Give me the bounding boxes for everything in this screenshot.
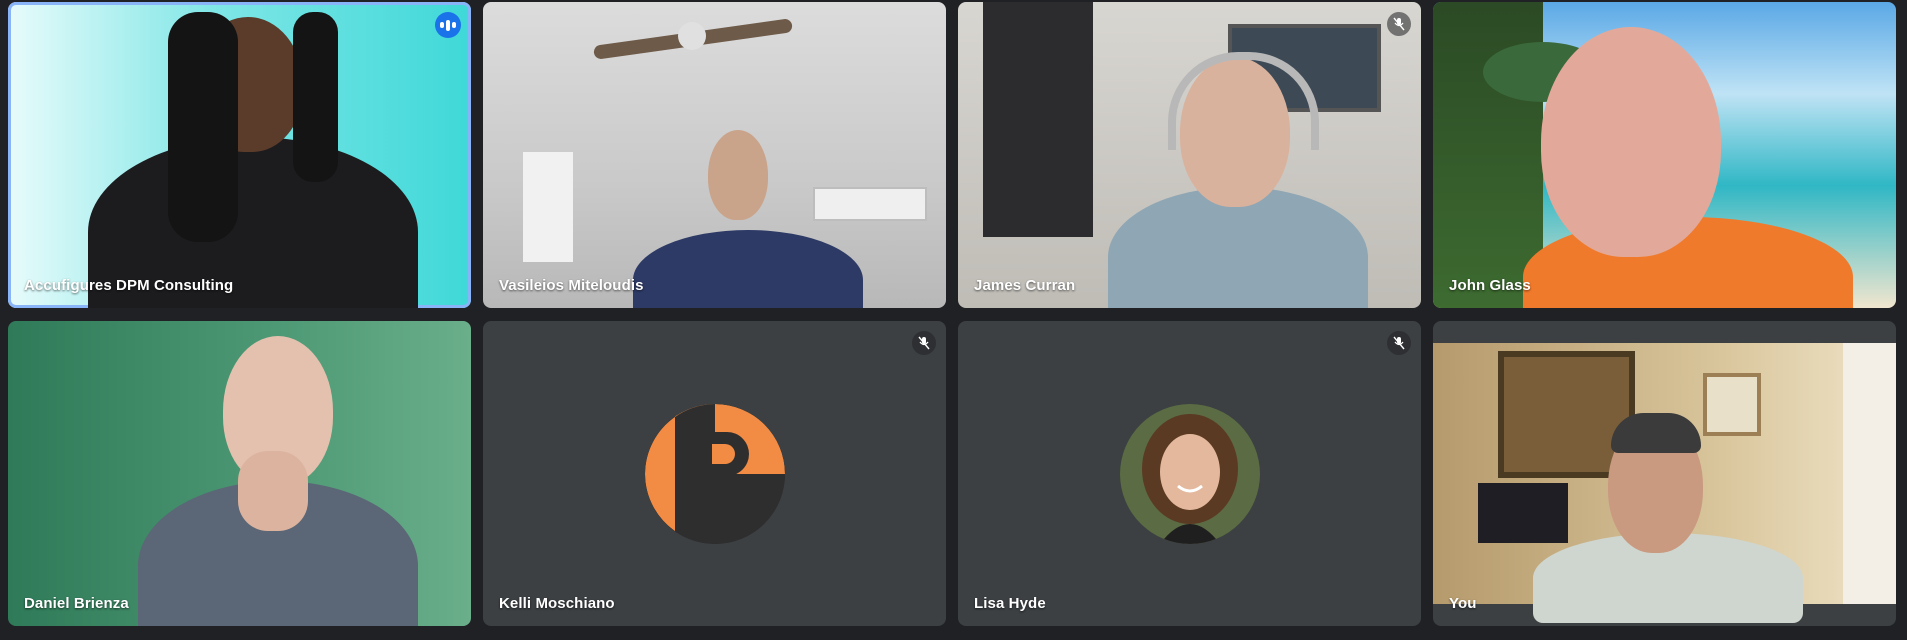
- audio-level-icon: [435, 12, 461, 38]
- participant-tile-vasileios[interactable]: Vasileios Miteloudis: [483, 2, 946, 308]
- video-feed: [483, 2, 946, 308]
- video-feed: [958, 2, 1421, 308]
- participant-tile-self[interactable]: You: [1433, 321, 1896, 626]
- video-feed: [8, 321, 471, 626]
- participant-name: Kelli Moschiano: [499, 595, 615, 612]
- avatar: [644, 403, 785, 544]
- participant-name: Accufigures DPM Consulting: [24, 277, 234, 294]
- mic-off-icon: [1387, 331, 1411, 355]
- video-feed: [8, 2, 471, 308]
- participant-name: Daniel Brienza: [24, 595, 129, 612]
- participant-tile-lisa[interactable]: Lisa Hyde: [958, 321, 1421, 626]
- participant-name: Lisa Hyde: [974, 595, 1046, 612]
- avatar: [1119, 403, 1260, 544]
- video-feed: [1433, 2, 1896, 308]
- participant-tile-accufigures[interactable]: Accufigures DPM Consulting: [8, 2, 471, 308]
- video-feed: [1433, 343, 1896, 623]
- participant-name: James Curran: [974, 277, 1076, 294]
- participant-name: You: [1449, 595, 1477, 612]
- mic-off-icon: [1387, 12, 1411, 36]
- participant-name: Vasileios Miteloudis: [499, 277, 644, 294]
- mic-off-icon: [912, 331, 936, 355]
- participant-tile-john[interactable]: John Glass: [1433, 2, 1896, 308]
- participant-tile-james[interactable]: James Curran: [958, 2, 1421, 308]
- participant-name: John Glass: [1449, 277, 1531, 294]
- participant-tile-daniel[interactable]: Daniel Brienza: [8, 321, 471, 626]
- participant-tile-kelli[interactable]: Kelli Moschiano: [483, 321, 946, 626]
